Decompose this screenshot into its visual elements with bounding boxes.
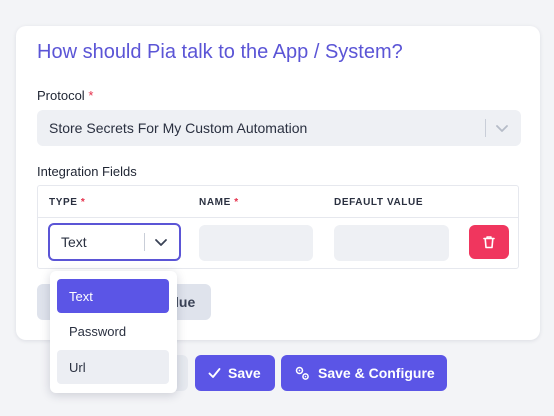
select-separator [485, 119, 486, 137]
dropdown-option-label: Url [69, 360, 86, 375]
column-header-type-label: TYPE [49, 197, 78, 208]
table-header: TYPE * NAME * DEFAULT VALUE [38, 186, 518, 218]
card-title: How should Pia talk to the App / System? [37, 41, 403, 63]
chevron-down-icon[interactable] [495, 121, 509, 135]
dropdown-option-label: Text [69, 289, 93, 304]
integration-fields-label: Integration Fields [37, 164, 137, 179]
protocol-label-text: Protocol [37, 88, 85, 103]
check-icon [208, 368, 221, 378]
default-value-input[interactable] [334, 225, 449, 261]
dropdown-option-url[interactable]: Url [57, 350, 169, 384]
integration-fields-table: TYPE * NAME * DEFAULT VALUE Text [37, 185, 519, 269]
protocol-label: Protocol * [37, 88, 93, 103]
column-header-name: NAME * [199, 197, 239, 208]
trash-icon [483, 236, 495, 249]
dropdown-option-label: Password [69, 324, 127, 339]
dropdown-option-password[interactable]: Password [57, 314, 169, 348]
required-marker: * [234, 197, 239, 208]
save-and-configure-label: Save & Configure [318, 365, 435, 381]
delete-row-button[interactable] [469, 225, 509, 259]
column-header-default-value: DEFAULT VALUE [334, 197, 424, 208]
required-marker: * [88, 88, 94, 103]
chevron-down-icon[interactable] [154, 235, 168, 249]
column-header-type: TYPE * [49, 197, 85, 208]
protocol-select-value: Store Secrets For My Custom Automation [49, 120, 308, 136]
save-label: Save [228, 365, 261, 381]
protocol-select[interactable]: Store Secrets For My Custom Automation [37, 110, 521, 146]
column-header-name-label: NAME [199, 197, 231, 208]
type-select[interactable]: Text [48, 223, 181, 261]
save-button[interactable]: Save [195, 355, 275, 391]
gear-icon [295, 366, 309, 380]
type-dropdown-menu: Text Password Url [50, 271, 177, 393]
dropdown-option-text[interactable]: Text [57, 279, 169, 313]
required-marker: * [80, 197, 86, 208]
select-separator [144, 233, 145, 251]
name-input[interactable] [199, 225, 313, 261]
add-default-value-label: lue [175, 294, 196, 310]
save-and-configure-button[interactable]: Save & Configure [281, 355, 447, 391]
type-select-value: Text [61, 234, 87, 250]
